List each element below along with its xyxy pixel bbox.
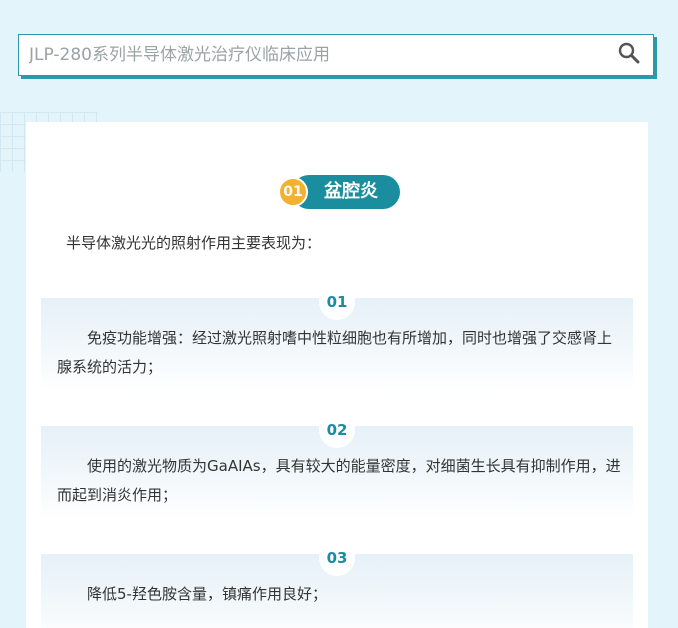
item-text: 免疫功能增强：经过激光照射嗜中性粒细胞也有所增加，同时也增强了交感肾上腺系统的活… [57,329,613,376]
list-item: 02 使用的激光物质为GaAIAs，具有较大的能量密度，对细菌生长具有抑制作用，… [41,412,633,518]
section-number: 01 [278,177,308,207]
content-card: 01 盆腔炎 半导体激光光的照射作用主要表现为： 01 免疫功能增强：经过激光照… [26,122,648,628]
list-item: 03 降低5-羟色胺含量，镇痛作用良好； [41,540,633,628]
item-number: 03 [319,540,355,576]
search-bar [18,34,654,76]
list-item: 01 免疫功能增强：经过激光照射嗜中性粒细胞也有所增加，同时也增强了交感肾上腺系… [41,284,633,390]
item-number: 01 [319,284,355,320]
search-input[interactable] [19,35,605,75]
item-number: 02 [319,412,355,448]
search-icon [617,41,641,69]
section-title: 盆腔炎 [324,181,378,202]
search-button[interactable] [605,35,653,75]
section-intro: 半导体激光光的照射作用主要表现为： [66,234,322,252]
item-text: 降低5-羟色胺含量，镇痛作用良好； [87,585,327,603]
item-text: 使用的激光物质为GaAIAs，具有较大的能量密度，对细菌生长具有抑制作用，进而起… [57,457,621,504]
section-badge: 01 盆腔炎 [278,175,400,209]
